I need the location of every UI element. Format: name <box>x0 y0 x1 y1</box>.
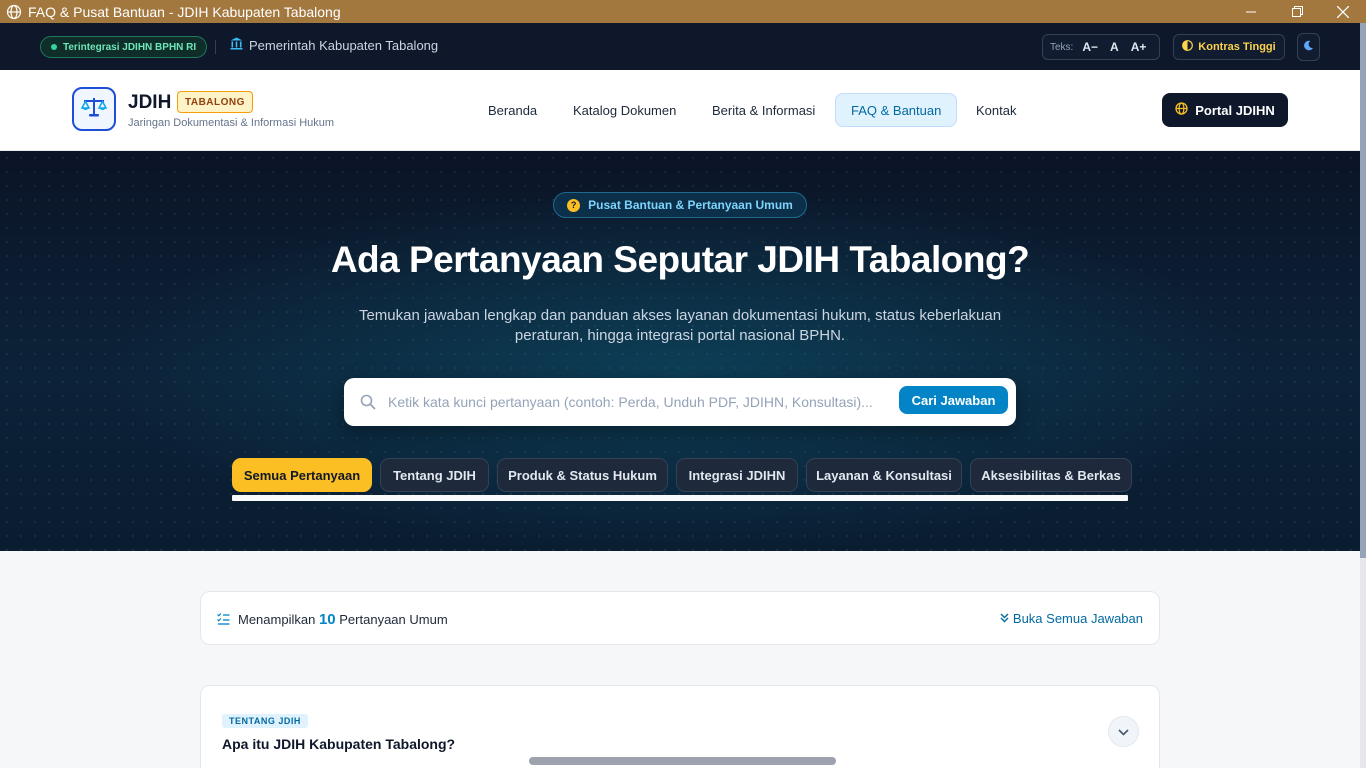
double-chevron-down-icon <box>1000 611 1009 626</box>
high-contrast-label: Kontras Tinggi <box>1198 41 1276 53</box>
hero-description: Temukan jawaban lengkap dan panduan akse… <box>358 307 1002 344</box>
hero-pill-label: Pusat Bantuan & Pertanyaan Umum <box>588 198 793 212</box>
hero-section: ? Pusat Bantuan & Pertanyaan Umum Ada Pe… <box>0 151 1360 551</box>
results-count-text: Menampilkan 10 Pertanyaan Umum <box>238 611 448 628</box>
open-all-answers-button[interactable]: Buka Semua Jawaban <box>1000 611 1143 626</box>
building-icon <box>230 37 243 53</box>
faq-question: Apa itu JDIH Kabupaten Tabalong? <box>222 736 456 752</box>
site-logo[interactable] <box>72 87 116 131</box>
portal-jdihn-label: Portal JDIHN <box>1195 102 1275 118</box>
horizontal-scrollbar-thumb[interactable] <box>529 757 836 765</box>
portal-jdihn-button[interactable]: Portal JDIHN <box>1162 93 1288 127</box>
close-button[interactable] <box>1320 0 1366 23</box>
faq-search-input[interactable] <box>388 390 893 414</box>
site-header: JDIH TABALONG Jaringan Dokumentasi & Inf… <box>0 70 1360 151</box>
faq-item[interactable]: TENTANG JDIH Apa itu JDIH Kabupaten Taba… <box>200 685 1160 768</box>
utility-bar: Terintegrasi JDIHN BPHN RI Pemerintah Ka… <box>0 23 1360 70</box>
search-submit-button[interactable]: Cari Jawaban <box>899 386 1008 414</box>
brand-tag: TABALONG <box>177 91 253 113</box>
brand-name: JDIH <box>128 92 172 113</box>
list-check-icon <box>217 612 230 630</box>
text-decrease-button[interactable]: A− <box>1079 40 1101 54</box>
hero-pill: ? Pusat Bantuan & Pertanyaan Umum <box>553 192 807 218</box>
nav-item-kontak[interactable]: Kontak <box>976 93 1016 127</box>
faq-expand-button[interactable] <box>1108 716 1139 747</box>
minimize-button[interactable] <box>1228 0 1274 23</box>
globe-icon <box>1175 102 1188 118</box>
results-count: 10 <box>318 611 336 628</box>
tab-tentang-jdih[interactable]: Tentang JDIH <box>380 458 489 492</box>
tab-aksesibilitas-berkas[interactable]: Aksesibilitas & Berkas <box>970 458 1132 492</box>
restore-button[interactable] <box>1274 0 1320 23</box>
nav-item-berita[interactable]: Berita & Informasi <box>712 93 815 127</box>
high-contrast-button[interactable]: Kontras Tinggi <box>1173 34 1285 60</box>
results-prefix: Menampilkan <box>238 612 316 627</box>
text-normal-button[interactable]: A <box>1107 40 1122 54</box>
moon-icon <box>1303 38 1314 56</box>
government-label: Pemerintah Kabupaten Tabalong <box>249 37 439 53</box>
globe-icon <box>6 4 22 20</box>
contrast-icon <box>1182 40 1194 54</box>
vertical-scrollbar[interactable] <box>1360 23 1366 768</box>
search-icon <box>360 394 376 415</box>
hero-title: Ada Pertanyaan Seputar JDIH Tabalong? <box>330 239 1030 280</box>
nav-item-katalog[interactable]: Katalog Dokumen <box>573 93 676 127</box>
text-increase-button[interactable]: A+ <box>1128 40 1150 54</box>
faq-search-bar: Cari Jawaban <box>344 378 1016 426</box>
divider <box>215 40 216 54</box>
brand-subtitle: Jaringan Dokumentasi & Informasi Hukum <box>128 117 335 129</box>
tab-layanan-konsultasi[interactable]: Layanan & Konsultasi <box>806 458 962 492</box>
vertical-scrollbar-thumb[interactable] <box>1360 23 1366 558</box>
government-link[interactable]: Pemerintah Kabupaten Tabalong <box>230 37 438 53</box>
nav-item-faq[interactable]: FAQ & Bantuan <box>835 93 958 127</box>
status-dot-icon <box>51 44 57 50</box>
faq-category-badge: TENTANG JDIH <box>222 714 308 728</box>
text-size-controls: Teks: A− A A+ <box>1042 34 1160 60</box>
results-suffix: Pertanyaan Umum <box>339 612 448 627</box>
window-title: FAQ & Pusat Bantuan - JDIH Kabupaten Tab… <box>28 3 341 20</box>
integration-badge: Terintegrasi JDIHN BPHN RI <box>40 36 208 58</box>
text-size-label: Teks: <box>1050 41 1074 53</box>
tab-produk-status[interactable]: Produk & Status Hukum <box>497 458 668 492</box>
nav-item-beranda[interactable]: Beranda <box>488 93 537 127</box>
question-icon: ? <box>567 198 581 212</box>
chevron-down-icon <box>1118 723 1129 741</box>
open-all-answers-label: Buka Semua Jawaban <box>1012 611 1143 626</box>
tab-semua[interactable]: Semua Pertanyaan <box>232 458 372 492</box>
window-titlebar: FAQ & Pusat Bantuan - JDIH Kabupaten Tab… <box>0 0 1366 23</box>
faq-category-tabs: Semua Pertanyaan Tentang JDIH Produk & S… <box>232 458 1132 493</box>
tabs-scrollbar[interactable] <box>232 495 1128 501</box>
dark-mode-button[interactable] <box>1297 33 1320 61</box>
results-bar: Menampilkan 10 Pertanyaan Umum Buka Semu… <box>200 591 1160 645</box>
scales-icon <box>80 96 108 123</box>
tab-integrasi-jdihn[interactable]: Integrasi JDIHN <box>676 458 798 492</box>
integration-badge-label: Terintegrasi JDIHN BPHN RI <box>63 41 197 53</box>
